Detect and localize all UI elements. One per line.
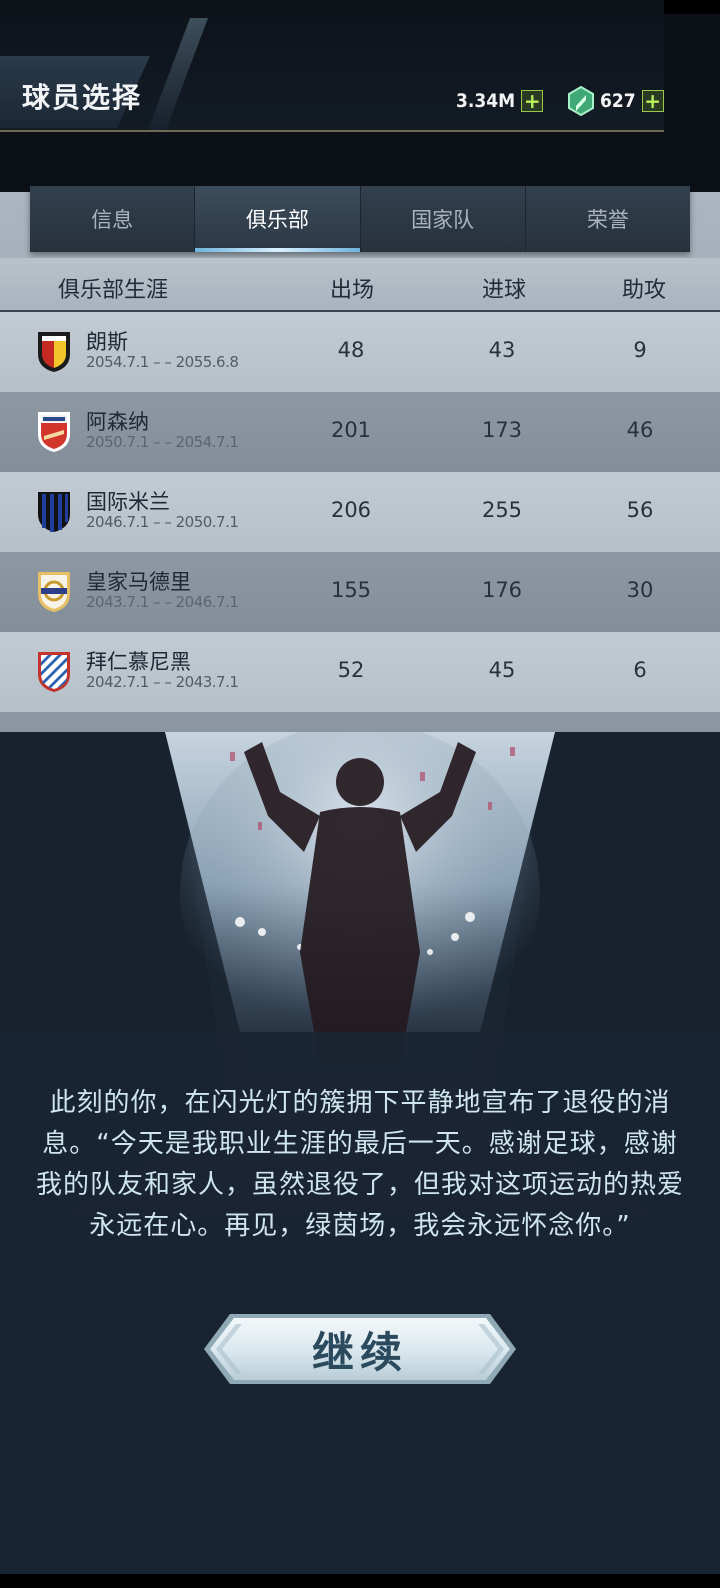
gem-icon [568,86,594,116]
coin-balance: 3.34M + [456,90,544,112]
assists-cell: 30 [626,578,654,602]
tab-club[interactable]: 俱乐部 [195,186,361,252]
goals-cell: 176 [481,578,523,602]
gem-value: 627 [600,90,636,112]
table-header: 俱乐部生涯 出场 进球 助攻 [0,258,720,312]
goals-cell: 255 [481,498,523,522]
tab-info[interactable]: 信息 [30,186,196,252]
continue-label: 继续 [311,1327,408,1377]
gem-balance: 627 + [568,86,664,116]
goals-cell: 43 [488,338,516,362]
appearances-cell: 201 [330,418,372,442]
header-club-career: 俱乐部生涯 [58,278,169,303]
bottom-bar [0,1574,720,1588]
club-dates: 2050.7.1 – – 2054.7.1 [86,433,239,451]
club-dates: 2042.7.1 – – 2043.7.1 [86,673,239,691]
goals-cell: 45 [488,658,516,682]
table-row[interactable]: 皇家马德里 2043.7.1 – – 2046.7.1 155 176 30 [0,552,720,632]
appearances-cell: 206 [330,498,372,522]
assists-cell: 6 [633,658,647,682]
lens-badge-icon [38,332,70,372]
top-bar: 球员选择 3.34M + 627 + [0,0,664,132]
club-dates: 2043.7.1 – – 2046.7.1 [86,593,239,611]
bayern-badge-icon [38,652,70,692]
assists-cell: 9 [633,338,647,362]
table-row[interactable]: 朗斯 2054.7.1 – – 2055.6.8 48 43 9 [0,312,720,392]
page-title: 球员选择 [22,81,143,114]
inter-badge-icon [38,492,70,532]
table-row[interactable] [0,712,720,732]
club-dates: 2054.7.1 – – 2055.6.8 [86,353,239,371]
appearances-cell: 52 [337,658,365,682]
club-name: 国际米兰 [86,490,170,514]
add-coins-button[interactable]: + [521,90,544,112]
coin-value: 3.34M [456,90,516,112]
club-dates: 2046.7.1 – – 2050.7.1 [86,513,239,531]
table-row[interactable]: 拜仁慕尼黑 2042.7.1 – – 2043.7.1 52 45 6 [0,632,720,712]
header-assists: 助攻 [622,278,667,303]
continue-button[interactable]: 继续 [202,1312,518,1386]
top-corner [664,0,720,14]
header-goals: 进球 [482,278,527,303]
arsenal-badge-icon [38,412,70,452]
club-name: 朗斯 [86,330,128,354]
appearances-cell: 48 [337,338,365,362]
assists-cell: 46 [626,418,654,442]
table-row[interactable]: 阿森纳 2050.7.1 – – 2054.7.1 201 173 46 [0,392,720,472]
real-madrid-badge-icon [38,572,70,612]
club-name: 拜仁慕尼黑 [86,650,191,674]
header-appearances: 出场 [330,278,375,303]
club-name: 阿森纳 [86,410,149,434]
assists-cell: 56 [626,498,654,522]
table-row[interactable]: 国际米兰 2046.7.1 – – 2050.7.1 206 255 56 [0,472,720,552]
tab-bar: 信息 俱乐部 国家队 荣誉 [30,186,690,252]
add-gems-button[interactable]: + [641,90,664,112]
club-name: 皇家马德里 [86,570,191,594]
title-plate-stripe [148,18,208,130]
retirement-message: 此刻的你，在闪光灯的簇拥下平静地宣布了退役的消息。“今天是我职业生涯的最后一天。… [35,1088,684,1241]
appearances-cell: 155 [330,578,372,602]
career-table[interactable]: 朗斯 2054.7.1 – – 2055.6.8 48 43 9 阿森纳 205… [0,312,720,732]
tab-national-team[interactable]: 国家队 [360,186,526,252]
goals-cell: 173 [481,418,523,442]
tab-honors[interactable]: 荣誉 [525,186,690,252]
